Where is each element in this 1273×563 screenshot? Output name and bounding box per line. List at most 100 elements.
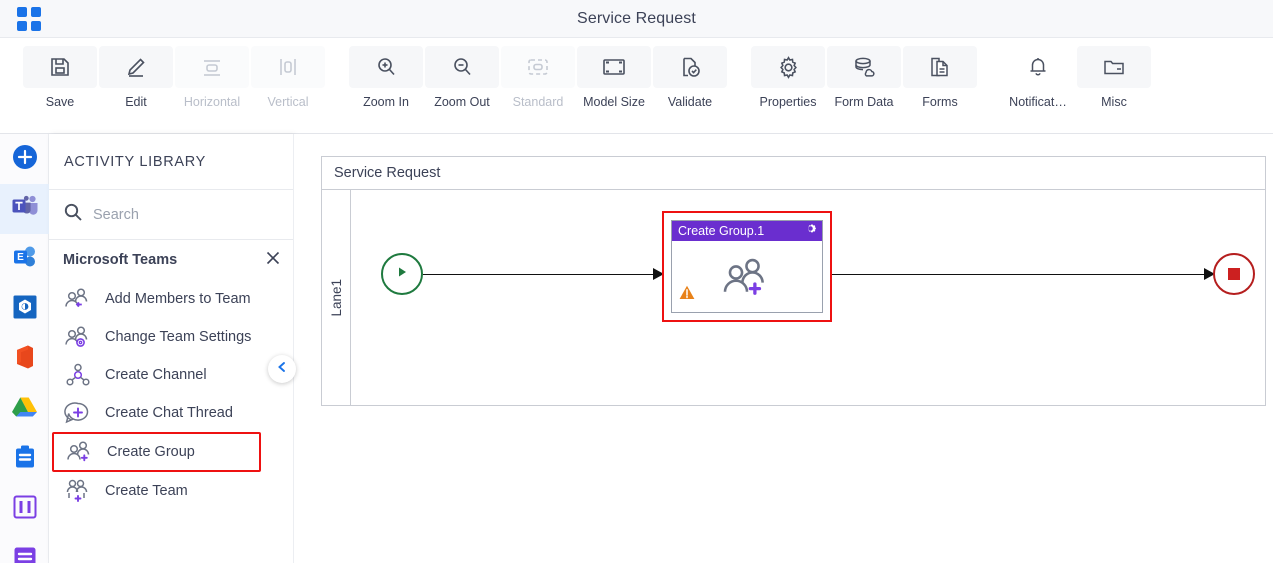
sharepoint-icon [12,294,38,325]
activity-item-label: Create Chat Thread [105,404,233,421]
process-pool[interactable]: Service Request Lane1 Create Group.1 [321,156,1266,406]
lane-body[interactable]: Create Group.1 [351,190,1265,405]
toolbar-label: Zoom Out [434,95,490,109]
toolbar-button-save[interactable]: Save [22,38,98,109]
toolbar-button-misc[interactable]: Misc [1076,38,1152,109]
toolbar-label: Zoom In [363,95,409,109]
toolbar-label: Misc [1101,95,1127,109]
toolbar-button-zoom-out[interactable]: Zoom Out [424,38,500,109]
folder-icon [1077,46,1151,88]
document-icon [903,46,977,88]
rail-item-google-drive[interactable] [0,384,49,434]
toolbar-button-forms[interactable]: Forms [902,38,978,109]
rail-item-office365[interactable] [0,334,49,384]
create-group-icon [65,440,95,464]
search-icon [63,202,83,227]
search-row [49,190,293,240]
application-window: Service Request Save Edit Horizontal Ver… [0,0,1273,563]
task-title: Create Group.1 [678,224,765,238]
task-create-group[interactable]: Create Group.1 [671,220,823,313]
stop-square-icon [1228,268,1240,280]
rail-item-exchange[interactable]: E [0,234,49,284]
office-icon [13,344,37,375]
activity-item-label: Change Team Settings [105,328,252,345]
create-channel-icon [63,363,93,387]
activity-item-create-team[interactable]: Create Team [49,472,293,510]
toolbar-label: Validate [667,95,713,109]
title-bar: Service Request [0,0,1273,38]
activity-item-change-team-settings[interactable]: Change Team Settings [49,318,293,356]
end-event[interactable] [1213,253,1255,295]
toolbar-button-edit[interactable]: Edit [98,38,174,109]
sequence-flow-2[interactable] [832,273,1206,275]
columns-icon [13,495,37,524]
rail-item-sharepoint[interactable] [0,284,49,334]
save-icon [23,46,97,88]
team-settings-icon [63,325,93,349]
add-member-icon [63,287,93,311]
database-icon [827,46,901,88]
vertical-icon [251,46,325,88]
pencil-icon [99,46,173,88]
pool-body: Lane1 Create Group.1 [322,190,1265,405]
start-event[interactable] [381,253,423,295]
toolbar-button-vertical[interactable]: Vertical [250,38,326,109]
activity-item-create-channel[interactable]: Create Channel [49,356,293,394]
svg-text:E: E [17,252,24,263]
panel-title: ACTIVITY LIBRARY [49,134,293,190]
toolbar-label: Save [45,95,75,109]
toolbar-label: Vertical [267,95,309,109]
rail-item-microsoft-teams[interactable] [0,184,49,234]
page-title: Service Request [577,10,696,27]
model-size-icon [577,46,651,88]
zoom-out-icon [425,46,499,88]
diagram-canvas[interactable]: Service Request Lane1 Create Group.1 [293,134,1273,563]
activity-library-panel: ACTIVITY LIBRARY Microsoft Teams [49,134,293,563]
bell-icon [1001,46,1075,88]
task-selection-frame[interactable]: Create Group.1 [662,211,832,322]
play-icon [394,264,410,285]
gear-icon [751,46,825,88]
plus-circle-icon [12,144,38,175]
warning-icon[interactable] [679,285,695,305]
form-rows-icon [13,546,37,563]
toolbar-button-notifications[interactable]: Notificat… [1000,38,1076,109]
create-team-icon [63,479,93,503]
activity-item-add-members-to-team[interactable]: Add Members to Team [49,280,293,318]
toolbar-button-standard[interactable]: Standard [500,38,576,109]
panel-collapse-button[interactable] [268,355,296,383]
activity-item-create-chat-thread[interactable]: Create Chat Thread [49,394,293,432]
rail-item-columns[interactable] [0,484,49,534]
pool-title: Service Request [322,157,1265,190]
activity-item-label: Create Channel [105,366,207,383]
lane-label[interactable]: Lane1 [322,190,351,405]
activity-item-create-group[interactable]: Create Group [52,432,261,472]
toolbar-button-horizontal[interactable]: Horizontal [174,38,250,109]
activity-item-label: Create Group [107,443,195,460]
chevron-left-icon [276,360,288,378]
toolbar-label: Edit [125,95,147,109]
google-drive-icon [11,395,38,424]
toolbar-button-form-data[interactable]: Form Data [826,38,902,109]
rail-item-forms[interactable] [0,534,49,563]
toolbar-button-validate[interactable]: Validate [652,38,728,109]
toolbar-label: Notificat… [1009,95,1067,109]
sequence-flow-1[interactable] [423,273,655,275]
close-icon[interactable] [265,250,281,271]
toolbar-button-model-size[interactable]: Model Size [576,38,652,109]
toolbar-label: Standard [512,95,564,109]
toolbar-label: Form Data [834,95,894,109]
rail-item-add-new[interactable] [0,134,49,184]
toolbar-label: Model Size [583,95,645,109]
toolbar-label: Horizontal [183,95,241,109]
toolbar-label: Properties [759,95,817,109]
rail-item-tasks[interactable] [0,434,49,484]
gear-icon[interactable] [804,222,817,240]
teams-icon [11,194,39,225]
validate-icon [653,46,727,88]
toolbar-button-zoom-in[interactable]: Zoom In [348,38,424,109]
search-input[interactable] [93,206,263,223]
toolbar-button-properties[interactable]: Properties [750,38,826,109]
toolbar: Save Edit Horizontal Vertical Zoom In Zo… [0,38,1273,134]
toolbar-label: Forms [922,95,958,109]
